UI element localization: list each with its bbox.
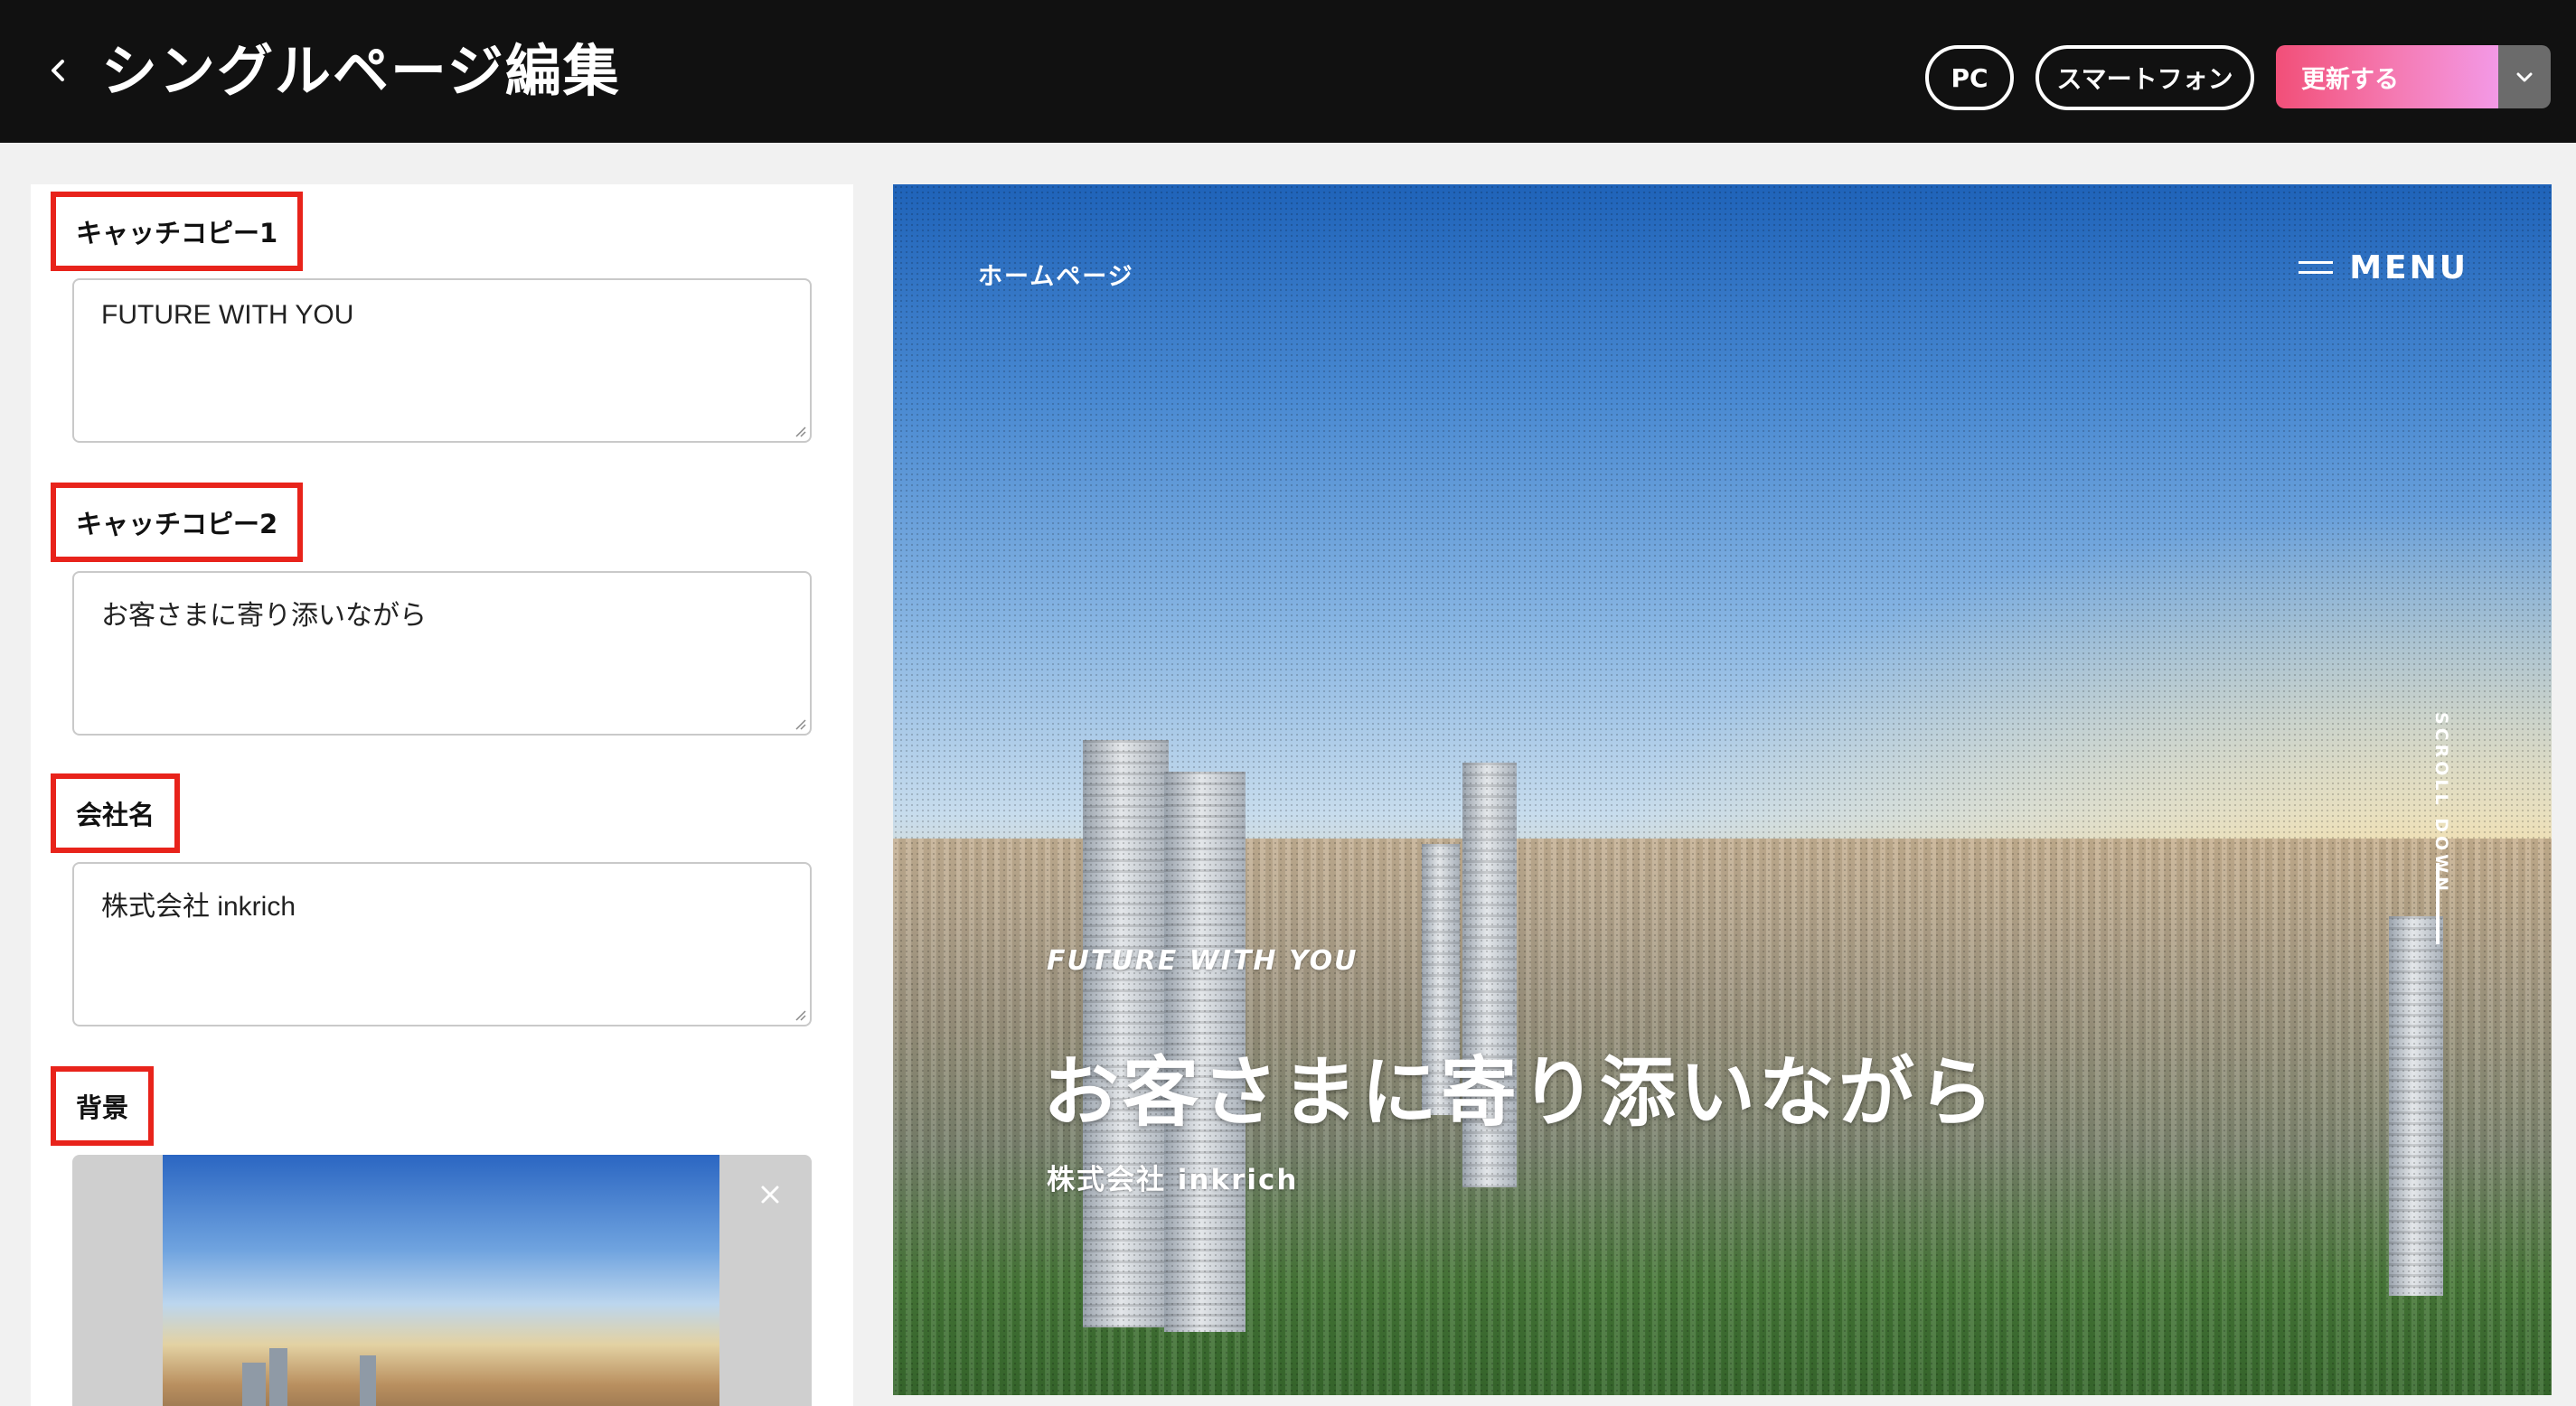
scroll-down-indicator[interactable]: SCROLL DOWN <box>2421 705 2457 1030</box>
catch-copy-1-label: キャッチコピー1 <box>51 192 304 271</box>
scroll-down-label: SCROLL DOWN <box>2431 712 2451 895</box>
update-button[interactable]: 更新する <box>2276 45 2498 108</box>
company-name-field[interactable]: 株式会社 inkrich <box>72 862 812 1026</box>
scroll-down-line <box>2436 863 2440 944</box>
catch-copy-1-field[interactable]: FUTURE WITH YOU <box>72 278 812 443</box>
background-label: 背景 <box>51 1066 155 1146</box>
top-bar: シングルページ編集 PC スマートフォン 更新する <box>0 0 2576 143</box>
editor-panel: キャッチコピー1 FUTURE WITH YOU キャッチコピー2 お客さまに寄… <box>31 184 853 1406</box>
catch-copy-2-value: お客さまに寄り添いながら <box>101 601 427 631</box>
resize-handle-icon[interactable] <box>792 1007 806 1021</box>
update-options-button[interactable] <box>2498 45 2551 108</box>
pc-view-button[interactable]: PC <box>1925 45 2014 110</box>
page-preview: ホームページ MENU SCROLL DOWN FUTURE WITH YOU … <box>893 184 2552 1395</box>
background-image-preview[interactable] <box>72 1155 812 1406</box>
preview-menu-button[interactable]: MENU <box>2299 249 2468 286</box>
hamburger-icon <box>2299 260 2334 274</box>
catch-copy-2-field[interactable]: お客さまに寄り添いながら <box>72 571 812 736</box>
page-title: シングルページ編集 <box>101 38 621 104</box>
company-name-value: 株式会社 inkrich <box>101 892 296 922</box>
preview-company-name: 株式会社 inkrich <box>1047 1164 1299 1196</box>
resize-handle-icon[interactable] <box>792 716 806 730</box>
preview-catch-copy-1: FUTURE WITH YOU <box>1047 945 1359 977</box>
close-icon[interactable] <box>754 1178 786 1211</box>
company-name-label: 会社名 <box>51 773 181 853</box>
background-thumbnail <box>163 1155 719 1406</box>
catch-copy-1-value: FUTURE WITH YOU <box>101 300 354 330</box>
resize-handle-icon[interactable] <box>792 423 806 437</box>
preview-menu-label: MENU <box>2349 249 2468 286</box>
back-icon[interactable] <box>40 52 76 89</box>
smartphone-view-button[interactable]: スマートフォン <box>2035 45 2254 110</box>
chevron-down-icon <box>2516 72 2533 82</box>
preview-catch-copy-2: お客さまに寄り添いながら <box>1043 1048 1998 1137</box>
catch-copy-2-label: キャッチコピー2 <box>51 483 304 562</box>
preview-home-link[interactable]: ホームページ <box>978 257 1134 292</box>
